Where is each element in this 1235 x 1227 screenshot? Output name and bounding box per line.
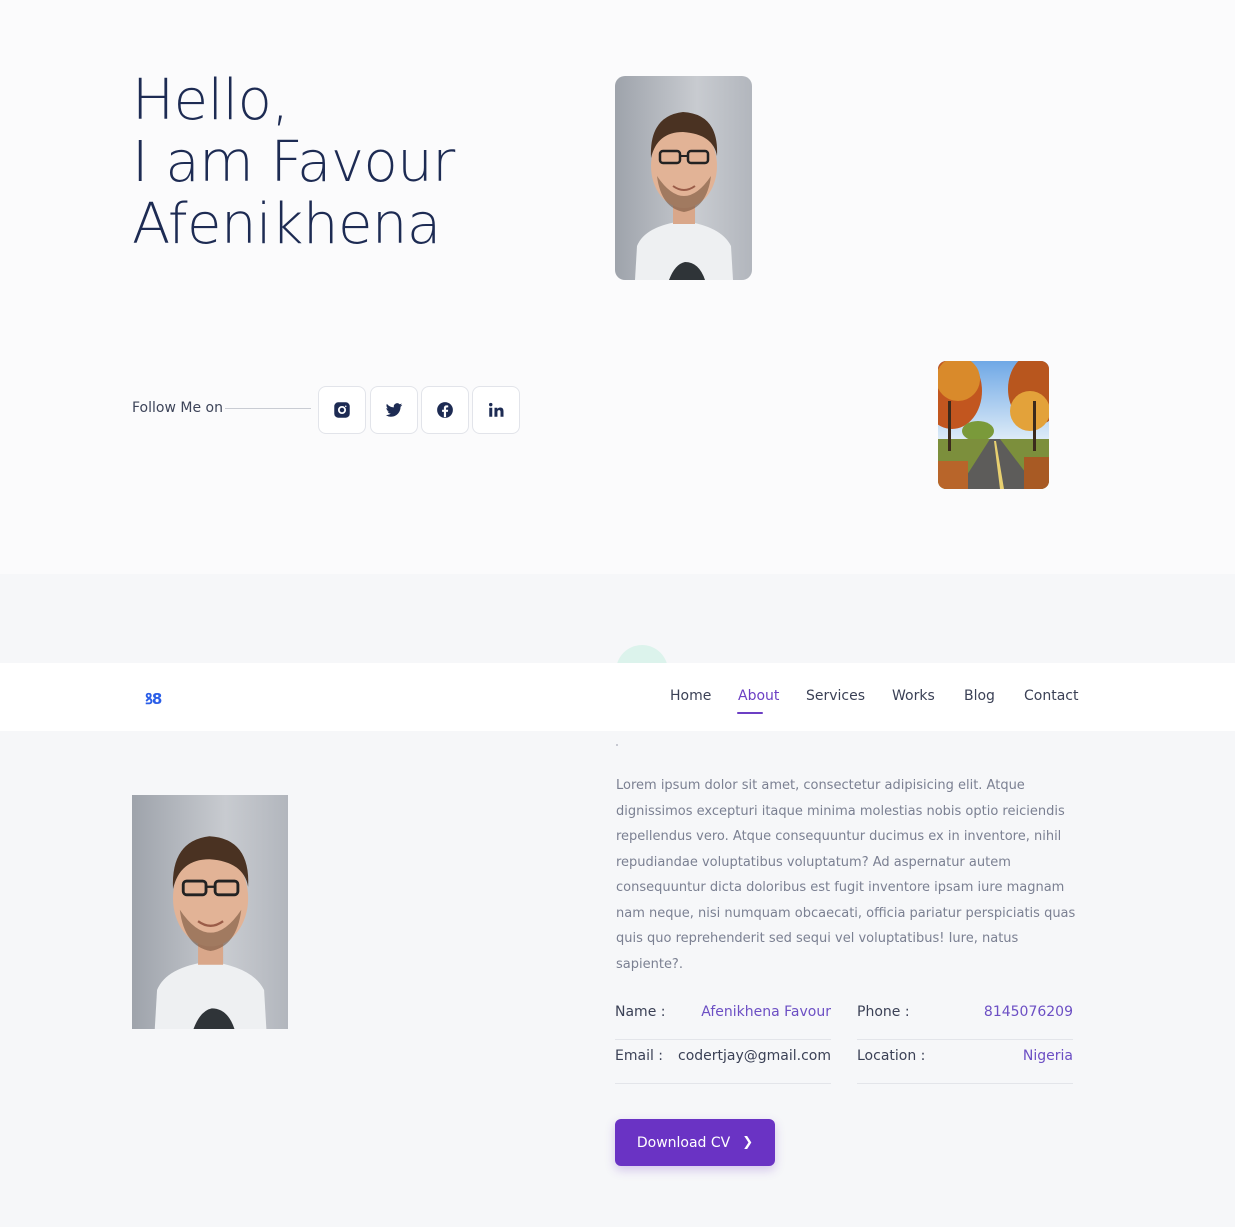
site-logo[interactable]: ꝸ8 xyxy=(145,689,162,709)
instagram-icon xyxy=(334,402,350,418)
name-value: Afenikhena Favour xyxy=(701,1004,831,1020)
location-label: Location : xyxy=(857,1048,926,1064)
hero-title-line1: Hello, xyxy=(132,68,289,133)
info-location-row: Location : Nigeria xyxy=(857,1044,1073,1084)
linkedin-icon xyxy=(489,402,504,417)
nav-home[interactable]: Home xyxy=(670,688,711,704)
twitter-icon xyxy=(385,403,403,417)
download-cv-label: Download CV xyxy=(636,1134,731,1151)
nav-contact[interactable]: Contact xyxy=(1024,688,1078,704)
nav-blog[interactable]: Blog xyxy=(964,688,995,704)
location-value: Nigeria xyxy=(1022,1048,1073,1064)
facebook-link[interactable] xyxy=(421,386,469,434)
email-label: Email : xyxy=(615,1048,664,1064)
chevron-right-icon: ❯ xyxy=(742,1135,754,1150)
follow-divider xyxy=(225,408,311,409)
hero-title: Hello, I am Favour Afenikhena xyxy=(132,70,455,256)
nav-works[interactable]: Works xyxy=(892,688,935,704)
nav-about[interactable]: About xyxy=(738,688,779,704)
instagram-link[interactable] xyxy=(318,386,366,434)
twitter-link[interactable] xyxy=(370,386,418,434)
decorative-dot xyxy=(616,744,618,746)
name-label: Name : xyxy=(615,1004,666,1020)
linkedin-link[interactable] xyxy=(472,386,520,434)
download-cv-button[interactable]: Download CV ❯ xyxy=(615,1119,775,1166)
hero-title-line3: Afenikhena xyxy=(132,192,441,257)
hero-title-line2: I am Favour xyxy=(132,130,455,195)
info-email-row: Email : codertjay@gmail.com xyxy=(615,1044,831,1084)
autumn-road-image xyxy=(938,361,1049,489)
nav-active-underline xyxy=(737,712,763,714)
about-portrait-image xyxy=(132,795,288,1029)
phone-label: Phone : xyxy=(857,1004,910,1020)
hero-portrait-image xyxy=(615,76,752,280)
about-description: Lorem ipsum dolor sit amet, consectetur … xyxy=(616,778,1076,972)
info-phone-row: Phone : 8145076209 xyxy=(857,1000,1073,1040)
email-value: codertjay@gmail.com xyxy=(678,1048,831,1064)
nav-services[interactable]: Services xyxy=(806,688,865,704)
facebook-icon xyxy=(437,402,453,418)
info-name-row: Name : Afenikhena Favour xyxy=(615,1000,831,1040)
phone-value: 8145076209 xyxy=(983,1004,1073,1020)
follow-me-label: Follow Me on xyxy=(132,400,223,416)
